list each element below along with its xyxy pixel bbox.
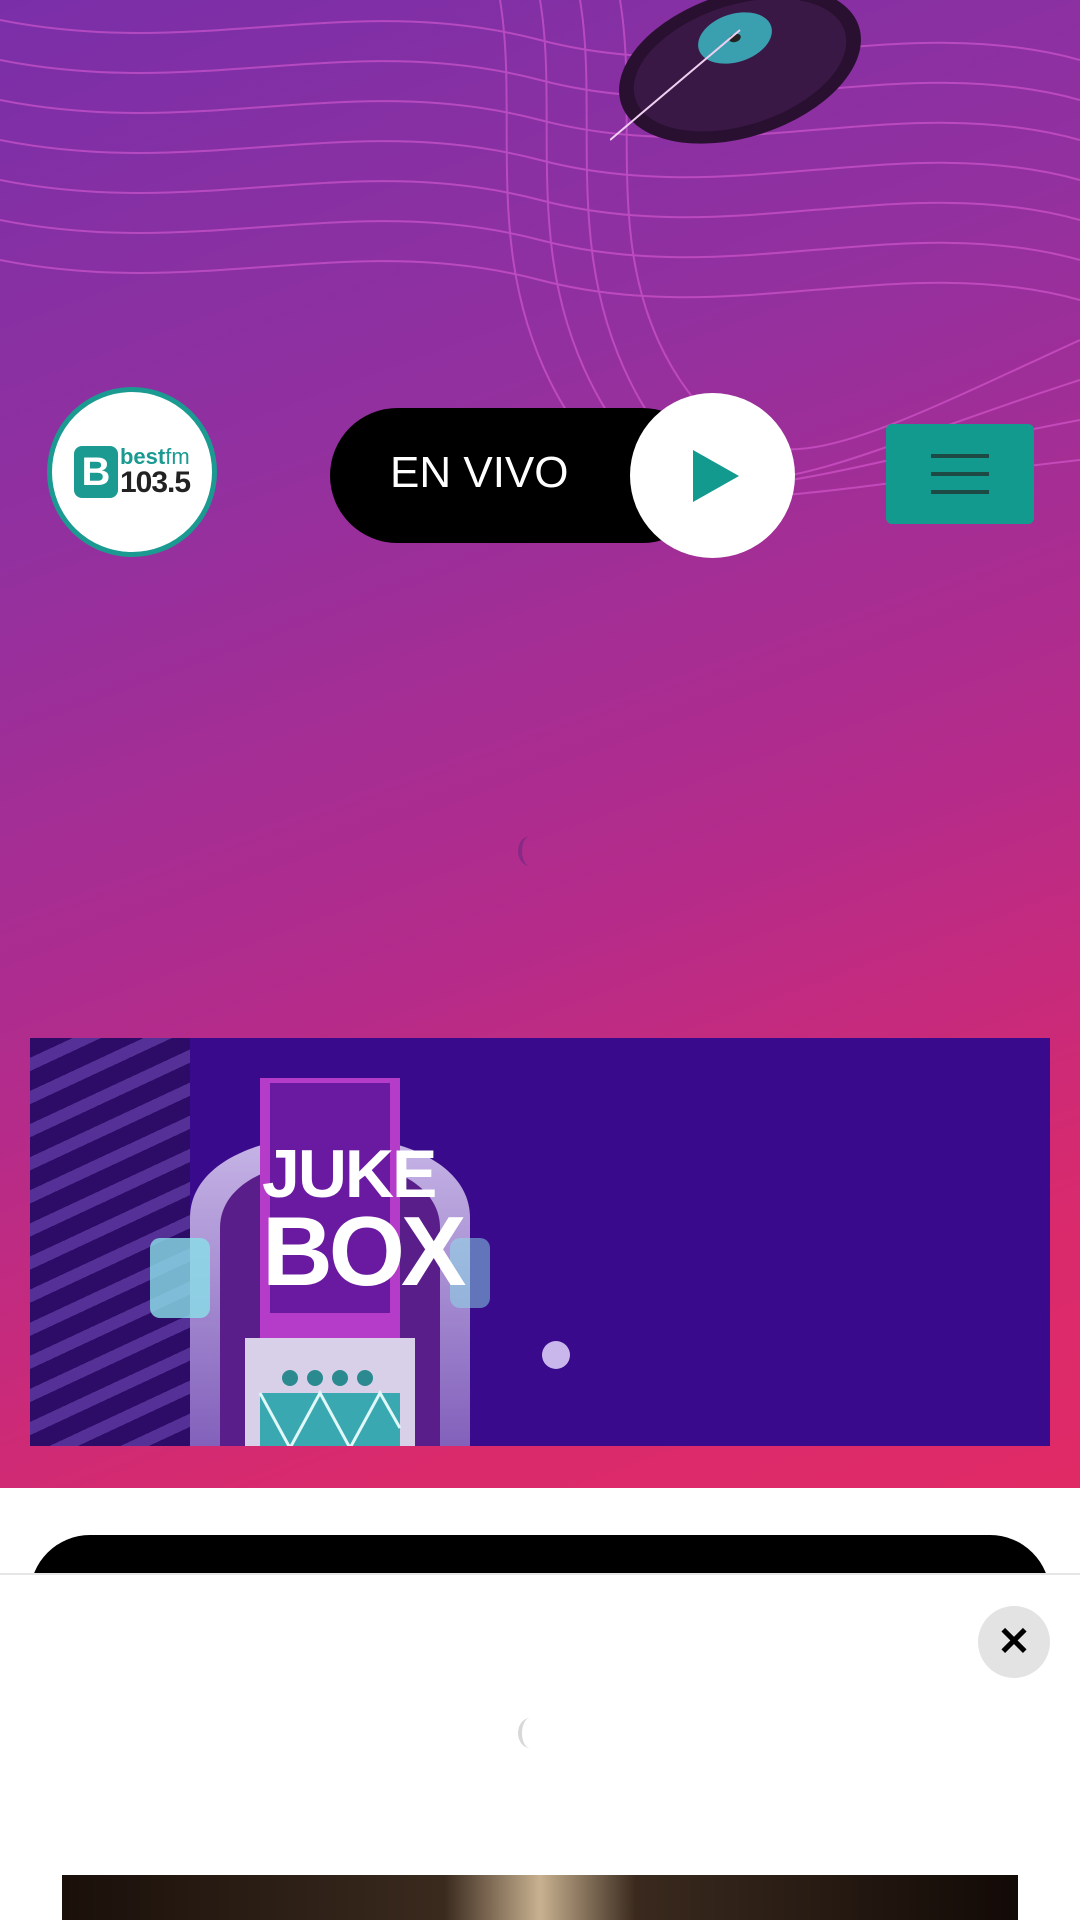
banner-title: JUKE BOX: [262, 1140, 466, 1306]
banner-title-line2: BOX: [262, 1195, 466, 1306]
jukebox-banner[interactable]: JUKE BOX: [30, 1038, 1050, 1446]
station-logo[interactable]: B bestfm 103.5: [47, 387, 217, 557]
menu-button[interactable]: [886, 424, 1034, 524]
play-icon: [692, 449, 739, 502]
carousel-dot-active[interactable]: [542, 1341, 570, 1369]
logo-frequency: 103.5: [119, 466, 191, 499]
loading-spinner: [518, 836, 542, 866]
close-button[interactable]: ✕: [978, 1606, 1050, 1678]
vinyl-record-decoration: [610, 0, 861, 144]
logo-b-icon: B: [73, 446, 118, 498]
hamburger-menu-icon: [931, 454, 989, 458]
sheet-loading-spinner: [518, 1718, 542, 1748]
live-label: EN VIVO: [390, 448, 569, 497]
play-button[interactable]: [630, 393, 795, 558]
media-thumbnail[interactable]: [62, 1875, 1018, 1920]
close-icon: ✕: [997, 1620, 1031, 1664]
